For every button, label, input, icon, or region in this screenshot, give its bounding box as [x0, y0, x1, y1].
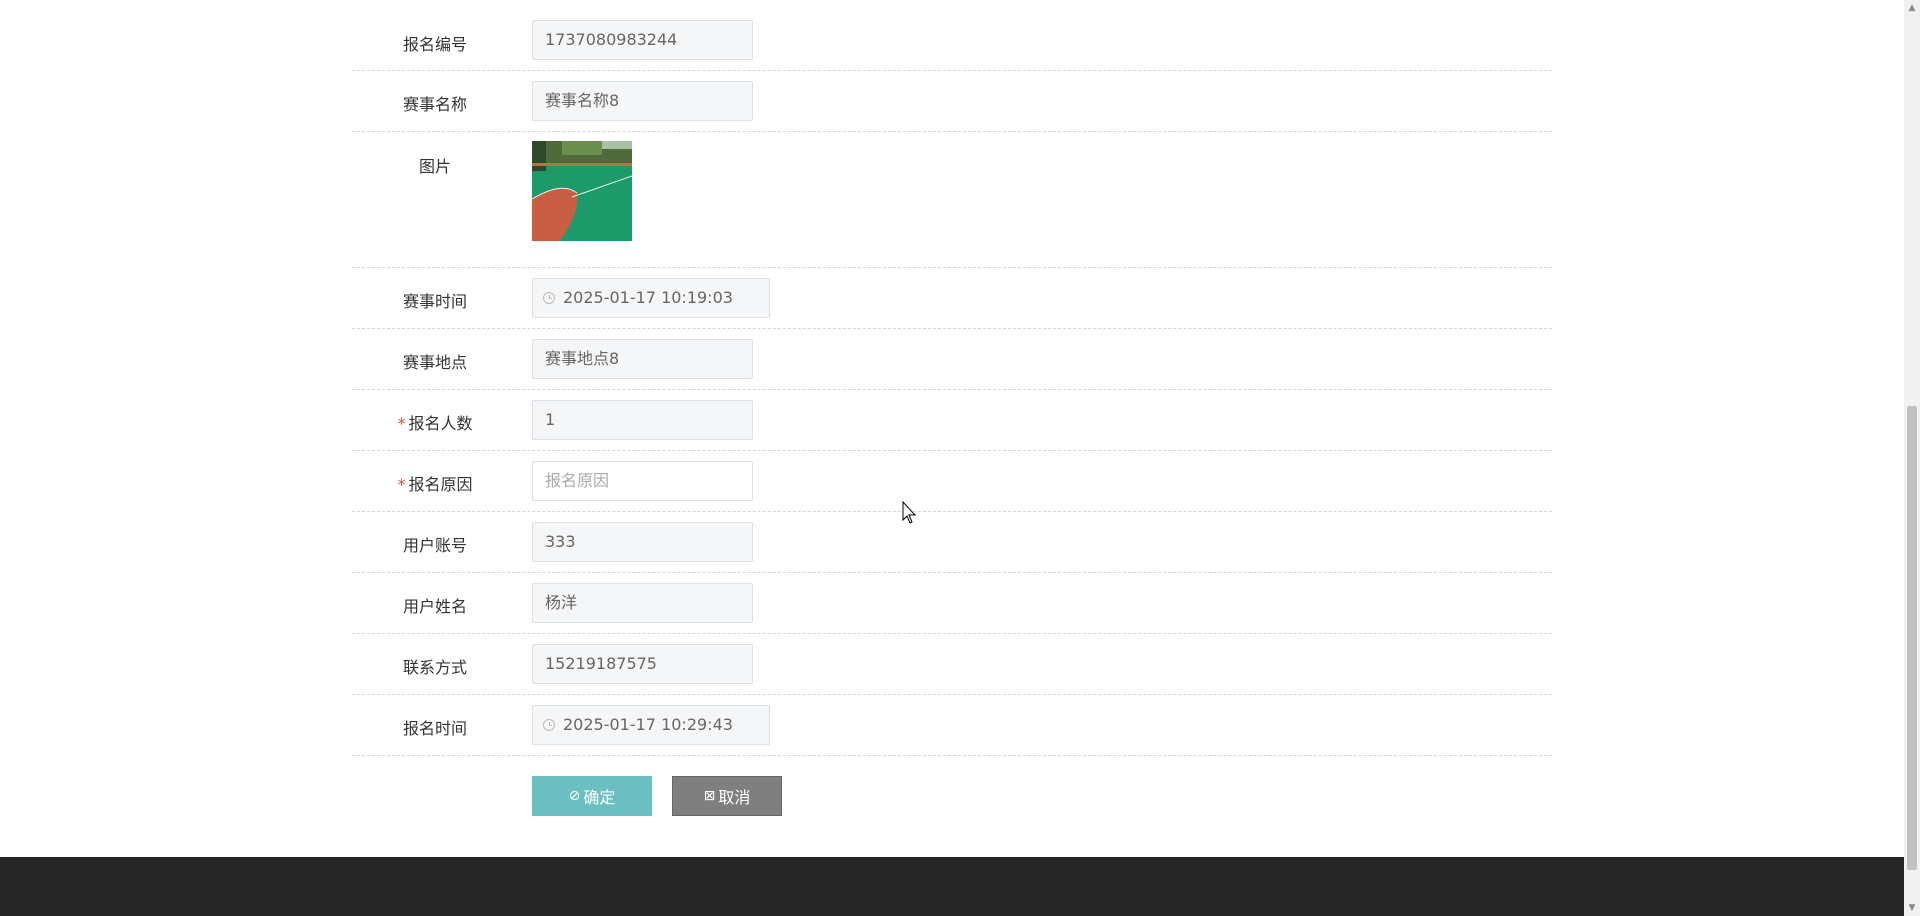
- clock-icon: [543, 719, 555, 731]
- scroll-up-arrow-icon[interactable]: ▲: [1904, 0, 1920, 16]
- user-name-label: 用户姓名: [402, 597, 467, 616]
- event-time-value: 2025-01-17 10:19:03: [563, 288, 733, 307]
- contact-label: 联系方式: [402, 658, 467, 677]
- page-viewport: 报名编号 1737080983244 赛事名称 赛事名称8 图片 赛事时间 20…: [0, 0, 1904, 916]
- form-row-user-name: 用户姓名 杨洋: [352, 573, 1552, 634]
- form-row-participant-count: * 报名人数 1: [352, 390, 1552, 451]
- scroll-down-arrow-icon[interactable]: ▼: [1904, 900, 1920, 916]
- form-row-event-name: 赛事名称 赛事名称8: [352, 71, 1552, 132]
- event-image: [532, 141, 632, 241]
- form-actions: ⊘ 确定 ⊠ 取消: [352, 756, 1552, 856]
- vertical-scrollbar[interactable]: ▲ ▼: [1904, 0, 1920, 916]
- registration-reason-label: * 报名原因: [397, 475, 473, 494]
- registration-number-field: 1737080983244: [532, 20, 753, 60]
- required-mark: *: [397, 475, 406, 494]
- event-name-label: 赛事名称: [402, 95, 467, 114]
- cancel-button[interactable]: ⊠ 取消: [672, 776, 782, 816]
- mouse-cursor-icon: [902, 501, 917, 524]
- event-location-label: 赛事地点: [402, 353, 467, 372]
- form-row-registration-time: 报名时间 2025-01-17 10:29:43: [352, 695, 1552, 756]
- close-square-icon: ⊠: [703, 788, 716, 804]
- image-label: 图片: [418, 157, 451, 176]
- check-circle-icon: ⊘: [568, 788, 581, 804]
- user-account-field: 333: [532, 522, 753, 562]
- form-row-registration-number: 报名编号 1737080983244: [352, 0, 1552, 71]
- registration-time-value: 2025-01-17 10:29:43: [563, 715, 733, 734]
- event-time-label: 赛事时间: [402, 292, 467, 311]
- registration-reason-input[interactable]: 报名原因: [532, 461, 753, 501]
- participant-count-label: * 报名人数: [397, 414, 473, 433]
- user-account-label: 用户账号: [402, 536, 467, 555]
- form-row-registration-reason: * 报名原因 报名原因: [352, 451, 1552, 512]
- registration-form: 报名编号 1737080983244 赛事名称 赛事名称8 图片 赛事时间 20…: [352, 0, 1552, 856]
- confirm-button-label: 确定: [583, 788, 616, 807]
- event-name-field: 赛事名称8: [532, 81, 753, 121]
- registration-time-field: 2025-01-17 10:29:43: [532, 705, 770, 745]
- page-footer: [0, 857, 1904, 916]
- registration-time-label: 报名时间: [402, 719, 467, 738]
- form-row-event-location: 赛事地点 赛事地点8: [352, 329, 1552, 390]
- confirm-button[interactable]: ⊘ 确定: [532, 776, 652, 816]
- form-row-event-time: 赛事时间 2025-01-17 10:19:03: [352, 268, 1552, 329]
- required-mark: *: [397, 414, 406, 433]
- event-time-field: 2025-01-17 10:19:03: [532, 278, 770, 318]
- clock-icon: [543, 292, 555, 304]
- cancel-button-label: 取消: [718, 788, 751, 807]
- form-row-contact: 联系方式 15219187575: [352, 634, 1552, 695]
- registration-number-label: 报名编号: [402, 35, 467, 54]
- user-name-field: 杨洋: [532, 583, 753, 623]
- event-location-field: 赛事地点8: [532, 339, 753, 379]
- scrollbar-thumb[interactable]: [1907, 406, 1917, 870]
- participant-count-field: 1: [532, 400, 753, 440]
- form-row-image: 图片: [352, 132, 1552, 268]
- contact-field: 15219187575: [532, 644, 753, 684]
- form-row-user-account: 用户账号 333: [352, 512, 1552, 573]
